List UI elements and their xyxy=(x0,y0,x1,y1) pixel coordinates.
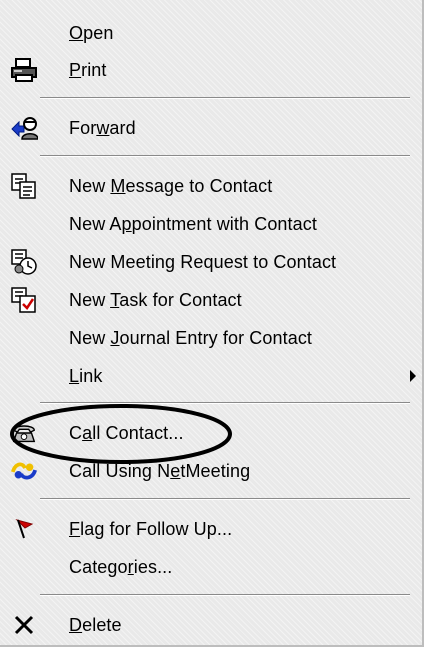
menu-item-open[interactable]: Open xyxy=(0,15,422,51)
menu-item-new-appointment-label: New Appointment with Contact xyxy=(69,213,317,234)
annotation-ellipse xyxy=(10,404,232,464)
menu-item-delete[interactable]: Delete xyxy=(0,607,422,643)
menu-item-flag-for-follow-up[interactable]: Flag for Follow Up... xyxy=(0,511,422,547)
menu-item-link-label: Link xyxy=(69,365,103,386)
menu-item-new-task-label: New Task for Contact xyxy=(69,289,242,310)
menu-item-delete-label: Delete xyxy=(69,614,122,635)
task-icon xyxy=(10,286,38,314)
menu-item-print[interactable]: Print xyxy=(0,52,422,88)
menu-item-new-message[interactable]: New Message to Contact xyxy=(0,168,422,204)
menu-separator xyxy=(40,97,410,99)
menu-item-flag-for-follow-up-label: Flag for Follow Up... xyxy=(69,518,233,539)
context-menu: Open Print Forward New Message to Contac… xyxy=(0,0,424,647)
submenu-arrow-icon xyxy=(410,370,416,382)
menu-item-new-meeting-request-label: New Meeting Request to Contact xyxy=(69,251,337,272)
meeting-request-icon xyxy=(10,248,38,276)
printer-icon xyxy=(10,56,38,84)
menu-item-new-task[interactable]: New Task for Contact xyxy=(0,282,422,318)
menu-item-forward-label: Forward xyxy=(69,117,136,138)
menu-separator xyxy=(40,155,410,157)
menu-separator xyxy=(40,498,410,500)
delete-x-icon xyxy=(10,611,38,639)
menu-item-new-journal-entry[interactable]: New Journal Entry for Contact xyxy=(0,320,422,356)
menu-item-open-label: Open xyxy=(69,22,114,43)
menu-item-categories-label: Categories... xyxy=(69,556,173,577)
flag-icon xyxy=(10,515,38,543)
menu-item-categories[interactable]: Categories... xyxy=(0,549,422,585)
new-message-icon xyxy=(10,172,38,200)
forward-contact-icon xyxy=(10,114,38,142)
menu-item-new-appointment[interactable]: New Appointment with Contact xyxy=(0,206,422,242)
menu-item-link[interactable]: Link xyxy=(0,358,422,394)
menu-item-new-message-label: New Message to Contact xyxy=(69,175,273,196)
menu-item-forward[interactable]: Forward xyxy=(0,110,422,146)
menu-item-print-label: Print xyxy=(69,59,107,80)
menu-separator xyxy=(40,594,410,596)
menu-item-new-journal-entry-label: New Journal Entry for Contact xyxy=(69,327,313,348)
menu-item-new-meeting-request[interactable]: New Meeting Request to Contact xyxy=(0,244,422,280)
